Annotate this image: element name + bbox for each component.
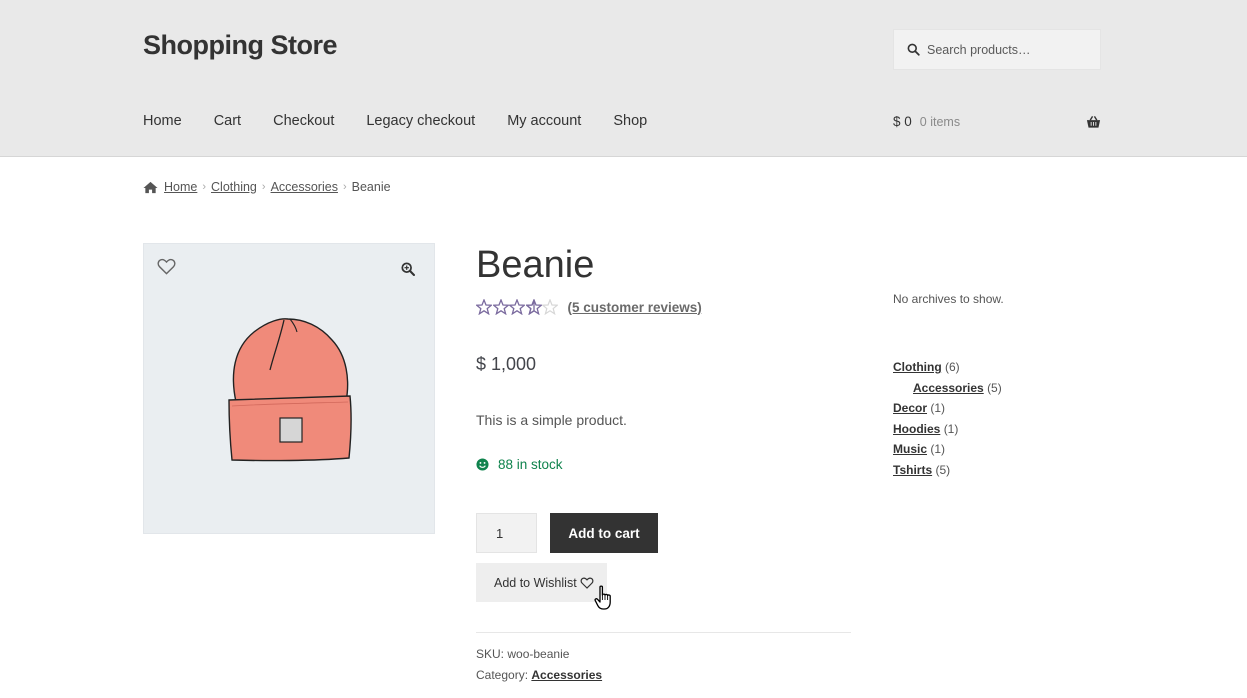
header-cart[interactable]: $ 0 0 items	[893, 114, 1101, 129]
stock-text: 88 in stock	[498, 457, 563, 472]
breadcrumb-separator: ›	[202, 181, 207, 193]
search-icon	[907, 43, 920, 56]
breadcrumb-separator: ›	[261, 181, 266, 193]
meta-divider	[476, 632, 851, 633]
product-rating: (5 customer reviews)	[476, 299, 702, 315]
search-box[interactable]	[893, 29, 1101, 70]
add-to-cart-button[interactable]: Add to cart	[550, 513, 658, 553]
quantity-input[interactable]	[476, 513, 537, 553]
list-item: Hoodies (1)	[893, 421, 1002, 442]
category-decor[interactable]: Decor	[893, 401, 927, 415]
stock-smile-icon	[476, 458, 489, 471]
primary-nav: Home Cart Checkout Legacy checkout My ac…	[143, 113, 679, 129]
list-item: Music (1)	[893, 441, 1002, 462]
search-input[interactable]	[927, 42, 1087, 57]
hand-cursor-icon	[594, 585, 611, 610]
wishlist-label: Add to Wishlist	[494, 575, 577, 590]
nav-my-account[interactable]: My account	[507, 113, 581, 129]
site-header: Shopping Store Home Cart Checkout Legacy…	[0, 0, 1247, 157]
product-short-description: This is a simple product.	[476, 412, 627, 428]
wishlist-heart-icon[interactable]	[157, 258, 176, 275]
product-gallery[interactable]	[143, 243, 435, 534]
sku-label: SKU:	[476, 647, 505, 661]
home-icon	[143, 181, 158, 193]
add-to-wishlist-button[interactable]: Add to Wishlist	[476, 563, 607, 602]
star-icon	[525, 299, 542, 315]
basket-icon	[1086, 116, 1101, 128]
product-category: Category: Accessories	[476, 668, 602, 682]
category-count: (5)	[987, 380, 1002, 395]
category-clothing[interactable]: Clothing	[893, 360, 942, 374]
list-item: Tshirts (5)	[893, 462, 1002, 483]
zoom-icon[interactable]	[401, 262, 415, 276]
product-sku: SKU: woo-beanie	[476, 647, 569, 661]
star-icon	[542, 299, 558, 315]
breadcrumb-clothing[interactable]: Clothing	[211, 180, 257, 194]
reviews-link[interactable]: (5 customer reviews)	[568, 300, 702, 315]
heart-icon	[580, 577, 594, 589]
list-item: Accessories (5)	[893, 380, 1002, 401]
product-title: Beanie	[476, 244, 595, 286]
category-hoodies[interactable]: Hoodies	[893, 422, 940, 436]
breadcrumb-home[interactable]: Home	[164, 180, 197, 194]
category-tshirts[interactable]: Tshirts	[893, 463, 932, 477]
star-icon	[476, 299, 492, 315]
sku-value: woo-beanie	[507, 647, 570, 661]
category-list: Clothing (6) Accessories (5) Decor (1) H…	[893, 359, 1002, 482]
archives-widget: No archives to show.	[893, 292, 1004, 306]
site-title[interactable]: Shopping Store	[143, 30, 337, 61]
cart-item-count: 0 items	[919, 114, 961, 129]
category-accessories[interactable]: Accessories	[913, 381, 984, 395]
breadcrumb-separator: ›	[342, 181, 347, 193]
nav-legacy-checkout[interactable]: Legacy checkout	[366, 113, 475, 129]
category-count: (1)	[930, 401, 946, 415]
category-count: (1)	[930, 442, 946, 456]
breadcrumb-current: Beanie	[351, 180, 391, 194]
product-price: $ 1,000	[476, 354, 537, 374]
star-rating	[476, 299, 559, 315]
nav-home[interactable]: Home	[143, 113, 182, 129]
category-label: Category:	[476, 668, 529, 682]
breadcrumb-accessories[interactable]: Accessories	[271, 180, 338, 194]
category-count: (5)	[935, 462, 951, 477]
nav-cart[interactable]: Cart	[214, 113, 241, 129]
star-icon	[492, 299, 509, 315]
list-item: Decor (1)	[893, 400, 1002, 421]
nav-checkout[interactable]: Checkout	[273, 113, 334, 129]
stock-status: 88 in stock	[476, 457, 563, 472]
product-image-beanie	[228, 318, 352, 462]
star-icon	[509, 299, 525, 315]
nav-shop[interactable]: Shop	[613, 113, 647, 129]
category-link[interactable]: Accessories	[531, 668, 602, 682]
category-count: (6)	[945, 360, 960, 374]
category-music[interactable]: Music	[893, 442, 927, 456]
breadcrumb: Home › Clothing › Accessories › Beanie	[143, 180, 391, 194]
cart-amount: $ 0	[893, 114, 912, 129]
list-item: Clothing (6)	[893, 359, 1002, 380]
category-count: (1)	[943, 421, 959, 436]
